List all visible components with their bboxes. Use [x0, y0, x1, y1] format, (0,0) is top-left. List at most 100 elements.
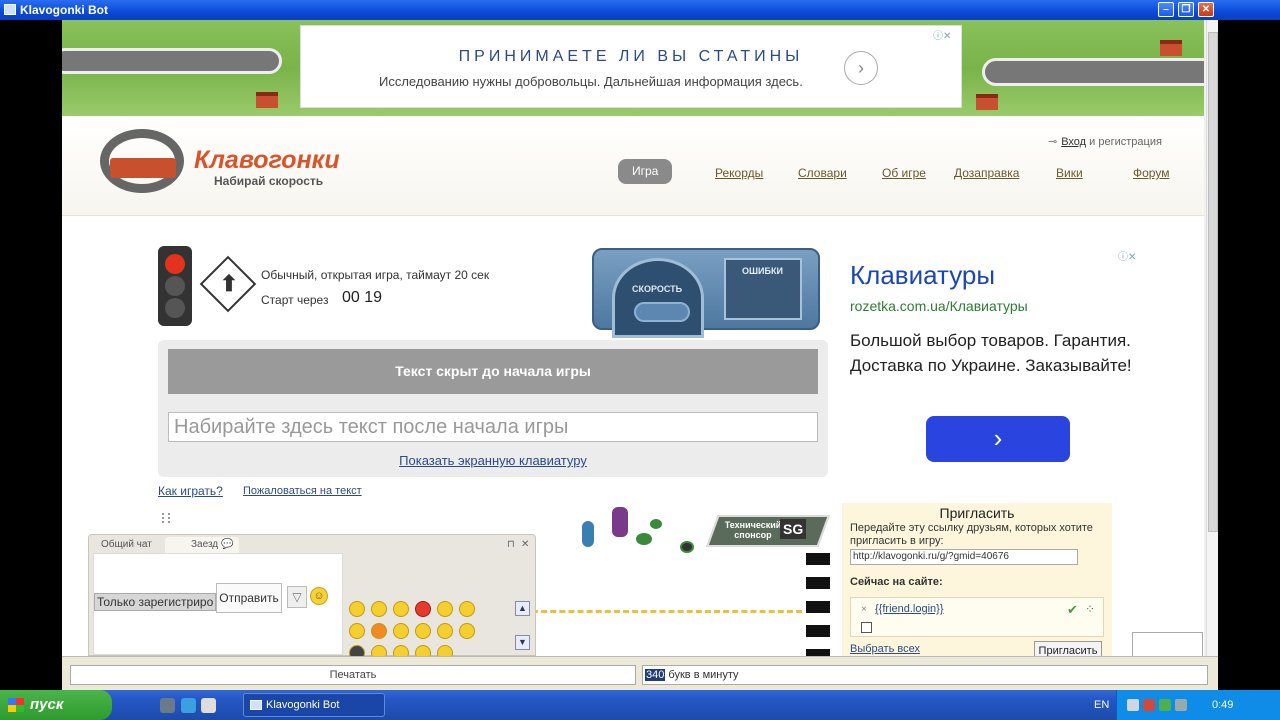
taskbar: пуск Klavogonki Bot EN 0:49	[0, 690, 1280, 720]
window-icon	[4, 4, 16, 15]
smiley-icon[interactable]: ☺	[310, 587, 328, 605]
windows-logo-icon	[8, 698, 24, 712]
warning-emoticon-icon[interactable]	[371, 623, 387, 639]
scroll-down-icon[interactable]: ▼	[515, 635, 530, 650]
angry-emoticon-icon[interactable]	[415, 601, 431, 617]
banner-ad-arrow-icon[interactable]: ›	[844, 51, 878, 85]
surprised-emoticon-icon[interactable]	[459, 623, 475, 639]
minimize-button[interactable]: –	[1158, 2, 1174, 17]
side-ad-arrow-button[interactable]: ›	[926, 416, 1070, 462]
neutral-emoticon-icon[interactable]	[393, 645, 409, 656]
think-emoticon-icon[interactable]	[437, 645, 453, 656]
system-tray	[1116, 690, 1280, 720]
up-arrow-icon: ⬆	[219, 271, 239, 296]
login-link[interactable]: Вход	[1061, 136, 1086, 148]
wink-emoticon-icon[interactable]	[437, 601, 453, 617]
friend-checkbox[interactable]	[861, 622, 872, 633]
grin-emoticon-icon[interactable]	[371, 601, 387, 617]
key-icon: ⊸	[1048, 136, 1058, 148]
speed-value-box	[634, 302, 690, 322]
banner-road	[62, 48, 282, 74]
side-ad-url[interactable]: rozetka.com.ua/Клавиатуры	[850, 298, 1028, 314]
banner-house	[256, 92, 278, 108]
typing-input[interactable]: Набирайте здесь текст после начала игры	[168, 412, 818, 442]
filter-icon[interactable]: ▽	[287, 586, 307, 608]
nav-dictionaries[interactable]: Словари	[798, 166, 847, 180]
select-all-link[interactable]: Выбрать всех	[850, 643, 920, 655]
speed-label: СКОРОСТЬ	[632, 284, 683, 294]
nav-about[interactable]: Об игре	[882, 166, 926, 180]
sponsor-label: Технический спонсор	[724, 520, 782, 540]
volume-icon[interactable]	[1175, 699, 1187, 711]
ad-info-icon[interactable]: ⓘ✕	[933, 27, 951, 42]
start-button[interactable]: пуск	[0, 690, 112, 720]
speech-bubble-icon: 💬	[220, 539, 234, 550]
banner-ad-text: Исследованию нужны добровольцы. Дальнейш…	[379, 74, 803, 89]
tab-general-chat[interactable]: Общий чат	[101, 537, 152, 553]
status-left-margin	[0, 656, 62, 690]
language-indicator[interactable]: EN	[1094, 690, 1109, 720]
invite-link-field[interactable]: http://klavogonki.ru/g/?gmid=40676	[850, 549, 1078, 565]
pin-icon[interactable]: ⊓	[507, 537, 515, 553]
laugh-emoticon-icon[interactable]	[415, 623, 431, 639]
race-track: Технический спонсор SG	[532, 507, 832, 656]
smirk-emoticon-icon[interactable]	[393, 623, 409, 639]
nav-wiki[interactable]: Вики	[1056, 166, 1083, 180]
ad-info-icon[interactable]: ⓘ✕	[1118, 248, 1136, 263]
happy-emoticon-icon[interactable]	[349, 623, 365, 639]
show-keyboard-link[interactable]: Показать экранную клавиатуру	[158, 453, 828, 468]
side-ad-title[interactable]: Клавиатуры	[850, 260, 995, 291]
taskbar-item[interactable]: Klavogonki Bot	[243, 693, 385, 717]
finish-flag	[806, 553, 830, 656]
drag-handle-icon[interactable]	[162, 513, 170, 523]
kiss-emoticon-icon[interactable]	[415, 645, 431, 656]
security-icon[interactable]	[1143, 699, 1155, 711]
sponsor-logo: SG	[780, 519, 807, 539]
track-lane	[532, 610, 802, 613]
speed-field[interactable]: 340 букв в минуту	[642, 665, 1208, 685]
scrollbar-thumb[interactable]	[1208, 32, 1218, 532]
hidden-text-banner: Текст скрыт до начала игры	[168, 349, 818, 394]
browser-icon[interactable]	[181, 698, 196, 713]
app-window: Klavogonki Bot – ❐ ✕ ПРИНИМАЕТЕ ЛИ ВЫ СТ…	[0, 0, 1280, 720]
yellow-lamp	[165, 276, 185, 296]
login-area: ⊸ Вход и регистрация	[1048, 135, 1162, 148]
traffic-light-icon	[158, 246, 192, 326]
title-bar[interactable]: Klavogonki Bot – ❐ ✕	[0, 0, 1280, 20]
nav-refuel[interactable]: Дозаправка	[954, 166, 1019, 180]
nav-game[interactable]: Игра	[618, 159, 673, 184]
send-button[interactable]: Отправить	[216, 583, 282, 613]
chat-close-icon[interactable]: ✕	[521, 537, 529, 553]
site-header: Клавогонки Набирай скорость ⊸ Вход и реги…	[62, 116, 1204, 216]
desktop-icon[interactable]	[201, 698, 216, 713]
smile-emoticon-icon[interactable]	[349, 601, 365, 617]
scroll-up-icon[interactable]: ▲	[515, 601, 530, 616]
side-ad[interactable]: ⓘ✕ Клавиатуры rozetka.com.ua/Клавиатуры …	[840, 246, 1150, 466]
vertical-scrollbar[interactable]	[1206, 20, 1218, 656]
emoticon-scroller[interactable]: ▲ ▼	[515, 597, 531, 653]
check-icon: ✔	[1067, 602, 1078, 617]
complain-link[interactable]: Пожаловаться на текст	[243, 485, 362, 497]
blush-emoticon-icon[interactable]	[437, 623, 453, 639]
cool-emoticon-icon[interactable]	[459, 601, 475, 617]
overlay-box	[1132, 632, 1203, 657]
sad-emoticon-icon[interactable]	[393, 601, 409, 617]
how-to-play-link[interactable]: Как играть?	[158, 484, 223, 498]
spectator-icon	[582, 521, 594, 547]
friend-login-link[interactable]: {{friend.login}}	[875, 603, 944, 615]
tongue-emoticon-icon[interactable]	[371, 645, 387, 656]
print-button[interactable]: Печатать	[70, 665, 636, 685]
nav-records[interactable]: Рекорды	[715, 166, 763, 180]
invite-button[interactable]: Пригласить	[1034, 641, 1102, 656]
close-button[interactable]: ✕	[1198, 2, 1214, 17]
update-icon[interactable]	[1159, 699, 1171, 711]
remove-icon[interactable]: ×	[861, 604, 867, 615]
network-icon[interactable]	[1127, 699, 1139, 711]
speed-value: 340	[645, 669, 666, 681]
quicklaunch-icon[interactable]	[160, 698, 175, 713]
banner-ad[interactable]: ПРИНИМАЕТЕ ЛИ ВЫ СТАТИНЫ Исследованию ну…	[300, 25, 962, 108]
maximize-button[interactable]: ❐	[1178, 2, 1194, 17]
nav-forum[interactable]: Форум	[1133, 166, 1169, 180]
ninja-emoticon-icon[interactable]	[349, 645, 365, 656]
tab-race-chat[interactable]: Заезд 💬	[165, 537, 239, 553]
